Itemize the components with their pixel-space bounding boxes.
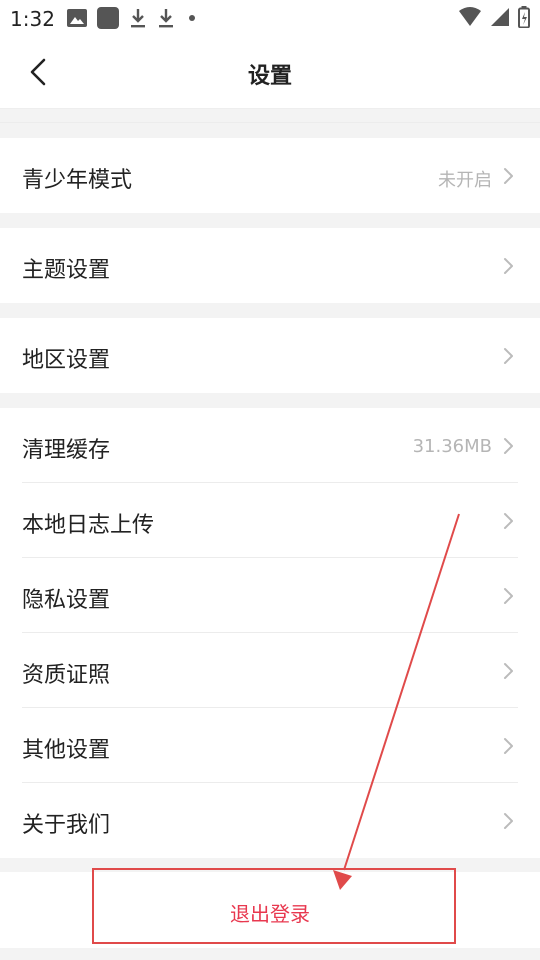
- setting-label: 资质证照: [22, 663, 111, 688]
- chevron-right-icon: [504, 438, 513, 454]
- status-icons-left: [67, 7, 195, 29]
- download-icon: [131, 9, 145, 28]
- setting-label: 隐私设置: [22, 588, 111, 613]
- setting-theme[interactable]: 主题设置: [0, 228, 540, 303]
- header: 设置: [0, 36, 540, 109]
- chevron-right-icon: [504, 663, 513, 679]
- setting-label: 青少年模式: [22, 168, 133, 193]
- setting-log-upload[interactable]: 本地日志上传: [0, 483, 540, 558]
- chevron-right-icon: [504, 513, 513, 529]
- settings-section-theme: 主题设置: [0, 228, 540, 303]
- chevron-right-icon: [504, 738, 513, 754]
- setting-youth-mode[interactable]: 青少年模式 未开启: [0, 138, 540, 213]
- chevron-right-icon: [504, 813, 513, 829]
- setting-about-us[interactable]: 关于我们: [0, 783, 540, 858]
- setting-label: 清理缓存: [22, 438, 111, 463]
- status-bar: 1:32: [0, 0, 540, 36]
- setting-clear-cache[interactable]: 清理缓存 31.36MB: [0, 408, 540, 483]
- logout-button[interactable]: 退出登录: [0, 872, 540, 948]
- divider: [0, 122, 540, 123]
- image-icon: [67, 9, 87, 27]
- setting-value: 31.36MB: [412, 436, 492, 457]
- setting-label: 本地日志上传: [22, 513, 155, 538]
- download-icon: [159, 9, 173, 28]
- status-time: 1:32: [10, 7, 55, 31]
- chevron-right-icon: [504, 588, 513, 604]
- setting-label: 地区设置: [22, 348, 111, 373]
- battery-icon: [518, 6, 530, 28]
- page-title: 设置: [247, 64, 292, 89]
- settings-section-general: 清理缓存 31.36MB 本地日志上传 隐私设置 资质证照 其他设置 关于我们: [0, 408, 540, 858]
- signal-icon: [491, 8, 509, 26]
- logout-label: 退出登录: [230, 902, 310, 926]
- setting-qualifications[interactable]: 资质证照: [0, 633, 540, 708]
- setting-label: 关于我们: [22, 813, 111, 838]
- chevron-right-icon: [504, 258, 513, 274]
- setting-value: 未开启: [438, 170, 492, 191]
- setting-label: 主题设置: [22, 258, 111, 283]
- settings-section-region: 地区设置: [0, 318, 540, 393]
- setting-privacy[interactable]: 隐私设置: [0, 558, 540, 633]
- setting-label: 其他设置: [22, 738, 111, 763]
- square-icon: [97, 7, 119, 29]
- wifi-icon: [459, 7, 481, 26]
- chevron-right-icon: [504, 168, 513, 184]
- settings-section-youth: 青少年模式 未开启: [0, 138, 540, 213]
- chevron-right-icon: [504, 348, 513, 364]
- status-icons-right: [458, 6, 530, 28]
- dot-icon: [189, 15, 195, 21]
- setting-other[interactable]: 其他设置: [0, 708, 540, 783]
- setting-region[interactable]: 地区设置: [0, 318, 540, 393]
